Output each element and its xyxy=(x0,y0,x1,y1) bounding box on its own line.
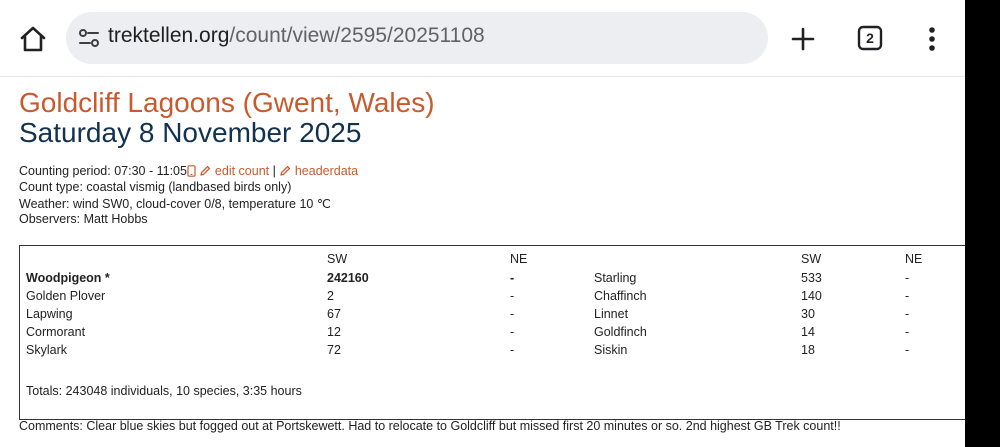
ne-count: - xyxy=(510,325,515,339)
species-name: Woodpigeon * xyxy=(26,271,110,285)
ne-count: - xyxy=(905,343,910,357)
totals: Totals: 243048 individuals, 10 species, … xyxy=(26,384,302,398)
sw-count: 14 xyxy=(801,325,815,339)
mobile-phone-icon xyxy=(187,165,196,180)
col-header-sw: SW xyxy=(327,252,348,266)
ne-count: - xyxy=(510,289,515,303)
sw-count: 242160 xyxy=(327,271,369,285)
counting-period-line: Counting period: 07:30 - 11:05 edit coun… xyxy=(19,164,358,180)
count-table: SW NE SW NE Woodpigeon * 242160 - Starli… xyxy=(19,245,965,420)
count-type: Count type: coastal vismig (landbased bi… xyxy=(19,180,292,194)
tab-count: 2 xyxy=(866,30,874,46)
pencil-icon xyxy=(279,165,291,180)
home-icon[interactable] xyxy=(16,22,50,56)
col-header-ne: NE xyxy=(905,252,923,266)
tab-switcher-icon[interactable]: 2 xyxy=(856,24,884,52)
date-title: Saturday 8 November 2025 xyxy=(19,117,362,148)
ne-count: - xyxy=(905,325,910,339)
species-name: Skylark xyxy=(26,343,67,357)
sw-count: 140 xyxy=(801,289,822,303)
sw-count: 12 xyxy=(327,325,341,339)
new-tab-icon[interactable] xyxy=(788,24,818,54)
observers: Observers: Matt Hobbs xyxy=(19,212,148,226)
separator: | xyxy=(272,164,276,178)
browser-screen: trektellen.org/count/view/2595/20251108 … xyxy=(0,0,965,447)
browser-toolbar: trektellen.org/count/view/2595/20251108 … xyxy=(0,0,965,77)
species-name: Lapwing xyxy=(26,307,73,321)
ne-count: - xyxy=(510,343,515,357)
ne-count: - xyxy=(510,307,515,321)
counting-period: Counting period: 07:30 - 11:05 xyxy=(19,164,187,178)
species-name: Goldfinch xyxy=(594,325,647,339)
comments: Comments: Clear blue skies but fogged ou… xyxy=(19,419,841,433)
species-name: Golden Plover xyxy=(26,289,106,303)
col-header-sw: SW xyxy=(801,252,822,266)
site-info-icon[interactable] xyxy=(78,26,100,50)
sw-count: 67 xyxy=(327,307,341,321)
species-name: Linnet xyxy=(594,307,629,321)
species-name: Chaffinch xyxy=(594,289,647,303)
site-title: Goldcliff Lagoons (Gwent, Wales) xyxy=(19,87,435,118)
species-name: Siskin xyxy=(594,343,628,357)
sw-count: 30 xyxy=(801,307,815,321)
more-menu-icon[interactable] xyxy=(920,24,944,54)
species-name: Cormorant xyxy=(26,325,86,339)
sw-count: 533 xyxy=(801,271,822,285)
pencil-icon xyxy=(199,165,211,180)
edit-count-link[interactable]: edit count xyxy=(215,164,269,178)
ne-count: - xyxy=(905,307,910,321)
sw-count: 2 xyxy=(327,289,334,303)
species-name: Starling xyxy=(594,271,637,285)
sw-count: 72 xyxy=(327,343,341,357)
sw-count: 18 xyxy=(801,343,815,357)
url-host: trektellen.org xyxy=(108,24,230,47)
ne-count: - xyxy=(510,271,515,285)
ne-count: - xyxy=(905,271,910,285)
weather: Weather: wind SW0, cloud-cover 0/8, temp… xyxy=(19,197,331,211)
col-header-ne: NE xyxy=(510,252,528,266)
ne-count: - xyxy=(905,289,910,303)
url-text[interactable]: trektellen.org/count/view/2595/20251108 xyxy=(108,24,485,48)
headerdata-link[interactable]: headerdata xyxy=(295,164,358,178)
page-content: Goldcliff Lagoons (Gwent, Wales) Saturda… xyxy=(0,77,965,447)
url-path: /count/view/2595/20251108 xyxy=(229,24,485,47)
